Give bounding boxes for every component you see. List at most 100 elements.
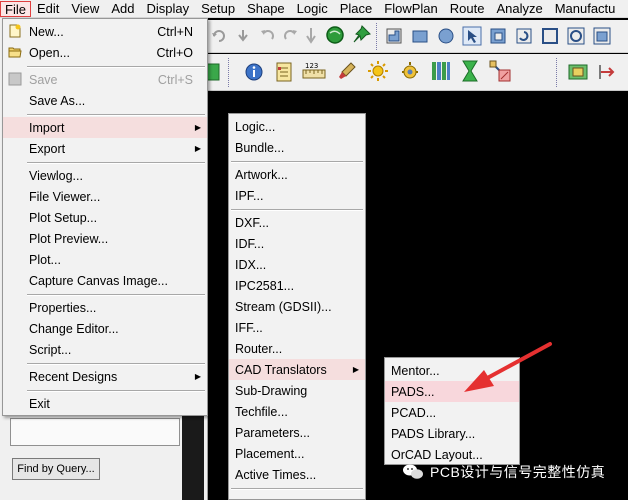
menu-add[interactable]: Add [105,1,140,17]
hourglass-icon[interactable] [460,59,480,83]
menu-separator [27,114,205,116]
menu-item-techfile[interactable]: Techfile... [229,401,365,422]
menu-item-exit[interactable]: Exit [3,393,207,414]
menu-file[interactable]: File [0,0,31,17]
menu-item-shortcut: Ctrl+N [157,24,193,39]
menu-item-new[interactable]: New... Ctrl+N [3,21,207,42]
brush-icon[interactable] [336,60,358,82]
menu-display[interactable]: Display [140,1,195,17]
green-board-icon[interactable] [206,62,220,82]
menu-item-recent-designs[interactable]: Recent Designs ▶ [3,366,207,387]
menu-item-iff[interactable]: IFF... [229,317,365,338]
menu-setup[interactable]: Setup [195,1,241,17]
pin-icon[interactable] [350,24,372,46]
info-icon[interactable] [244,62,264,82]
menu-item-sub-drawing[interactable]: Sub-Drawing [229,380,365,401]
menu-item-open[interactable]: Open... Ctrl+O [3,42,207,63]
menu-item-label: Capture Canvas Image... [29,273,168,288]
menu-item-properties[interactable]: Properties... [3,297,207,318]
l-shape-icon[interactable] [384,26,404,46]
menu-item-label: Save As... [29,93,86,108]
menu-item-change-editor[interactable]: Change Editor... [3,318,207,339]
menu-logic[interactable]: Logic [291,1,334,17]
menu-item-capture-canvas[interactable]: Capture Canvas Image... [3,270,207,291]
rectangle-icon[interactable] [410,26,430,46]
menu-item-ipf[interactable]: IPF... [229,185,365,206]
toolbar-separator [556,58,558,87]
undo-arrow-icon[interactable] [258,27,276,45]
menu-item-viewlog[interactable]: Viewlog... [3,165,207,186]
menu-view[interactable]: View [65,1,105,17]
menu-separator [27,390,205,392]
submenu-arrow-icon: ▶ [194,123,201,132]
down-arrow-icon[interactable] [304,26,318,46]
menu-item-pcad[interactable]: PCAD... [385,402,519,423]
menu-item-dxf[interactable]: DXF... [229,212,365,233]
menu-item-label: New... [29,24,64,39]
menu-flowplan[interactable]: FlowPlan [378,1,443,17]
menu-place[interactable]: Place [334,1,379,17]
toolbar-separator [376,23,378,50]
sun-icon[interactable] [366,59,390,83]
green-globe-icon[interactable] [324,24,346,46]
panel-divider [182,410,204,500]
menu-item-file-viewer[interactable]: File Viewer... [3,186,207,207]
circle-icon[interactable] [436,26,456,46]
layers-icon[interactable] [430,59,452,83]
menu-item-idf[interactable]: IDF... [229,233,365,254]
menu-item-router[interactable]: Router... [229,338,365,359]
submenu-arrow-icon: ▶ [352,365,359,374]
menu-item-active-times[interactable]: Active Times... [229,464,365,485]
menu-item-label: Script... [29,342,72,357]
menu-item-parameters[interactable]: Parameters... [229,422,365,443]
wechat-icon [403,464,423,479]
report-icon[interactable] [274,61,294,83]
menu-item-script[interactable]: Script... [3,339,207,360]
panel-field[interactable] [10,418,180,446]
menu-item-artwork[interactable]: Artwork... [229,164,365,185]
menu-route[interactable]: Route [444,1,491,17]
find-by-query-button[interactable]: Find by Query... [12,458,100,480]
menu-item-bundle[interactable]: Bundle... [229,137,365,158]
settings-sun-icon[interactable] [398,59,422,83]
menu-item-idx[interactable]: IDX... [229,254,365,275]
menu-analyze[interactable]: Analyze [490,1,548,17]
menu-item-pads-library[interactable]: PADS Library... [385,423,519,444]
redo-arrow-icon[interactable] [282,27,300,45]
menu-edit[interactable]: Edit [31,1,65,17]
menu-item-placement[interactable]: Placement... [229,443,365,464]
menu-item-label: Logic... [235,119,276,134]
pin-connect-icon[interactable] [596,60,620,84]
menu-item-shortcut: Ctrl+S [157,72,193,87]
circle-outline-icon[interactable] [566,26,586,46]
menu-item-ipc2581[interactable]: IPC2581... [229,275,365,296]
merge-shapes-icon[interactable] [592,26,612,46]
shape-void-icon[interactable] [488,26,508,46]
select-cursor-icon[interactable] [462,26,482,46]
menu-item-plot[interactable]: Plot... [3,249,207,270]
rules-icon[interactable] [488,59,512,83]
menu-item-label: Export [29,141,66,156]
menu-manufacture[interactable]: Manufactu [549,1,622,17]
save-icon [8,72,22,86]
menu-item-logic[interactable]: Logic... [229,116,365,137]
menu-item-import[interactable]: Import ▶ [3,117,207,138]
menu-item-plot-setup[interactable]: Plot Setup... [3,207,207,228]
measure-icon[interactable]: 123 [302,60,326,84]
menu-item-stream-gdsii[interactable]: Stream (GDSII)... [229,296,365,317]
menu-item-export[interactable]: Export ▶ [3,138,207,159]
menu-shape[interactable]: Shape [241,1,291,17]
menu-item-label: File Viewer... [29,189,101,204]
square-outline-icon[interactable] [540,26,560,46]
rotate-shape-icon[interactable] [514,26,534,46]
menu-item-plot-preview[interactable]: Plot Preview... [3,228,207,249]
undo-icon[interactable] [210,27,228,45]
menu-item-label: Recent Designs [29,369,118,384]
menu-item-save-as[interactable]: Save As... [3,90,207,111]
menu-item-label: Techfile... [235,404,288,419]
component-icon[interactable] [566,60,590,84]
redo-icon[interactable] [234,27,252,45]
menu-item-label: Plot... [29,252,61,267]
menu-item-cad-translators[interactable]: CAD Translators ▶ [229,359,365,380]
menu-item-save[interactable]: Save Ctrl+S [3,69,207,90]
